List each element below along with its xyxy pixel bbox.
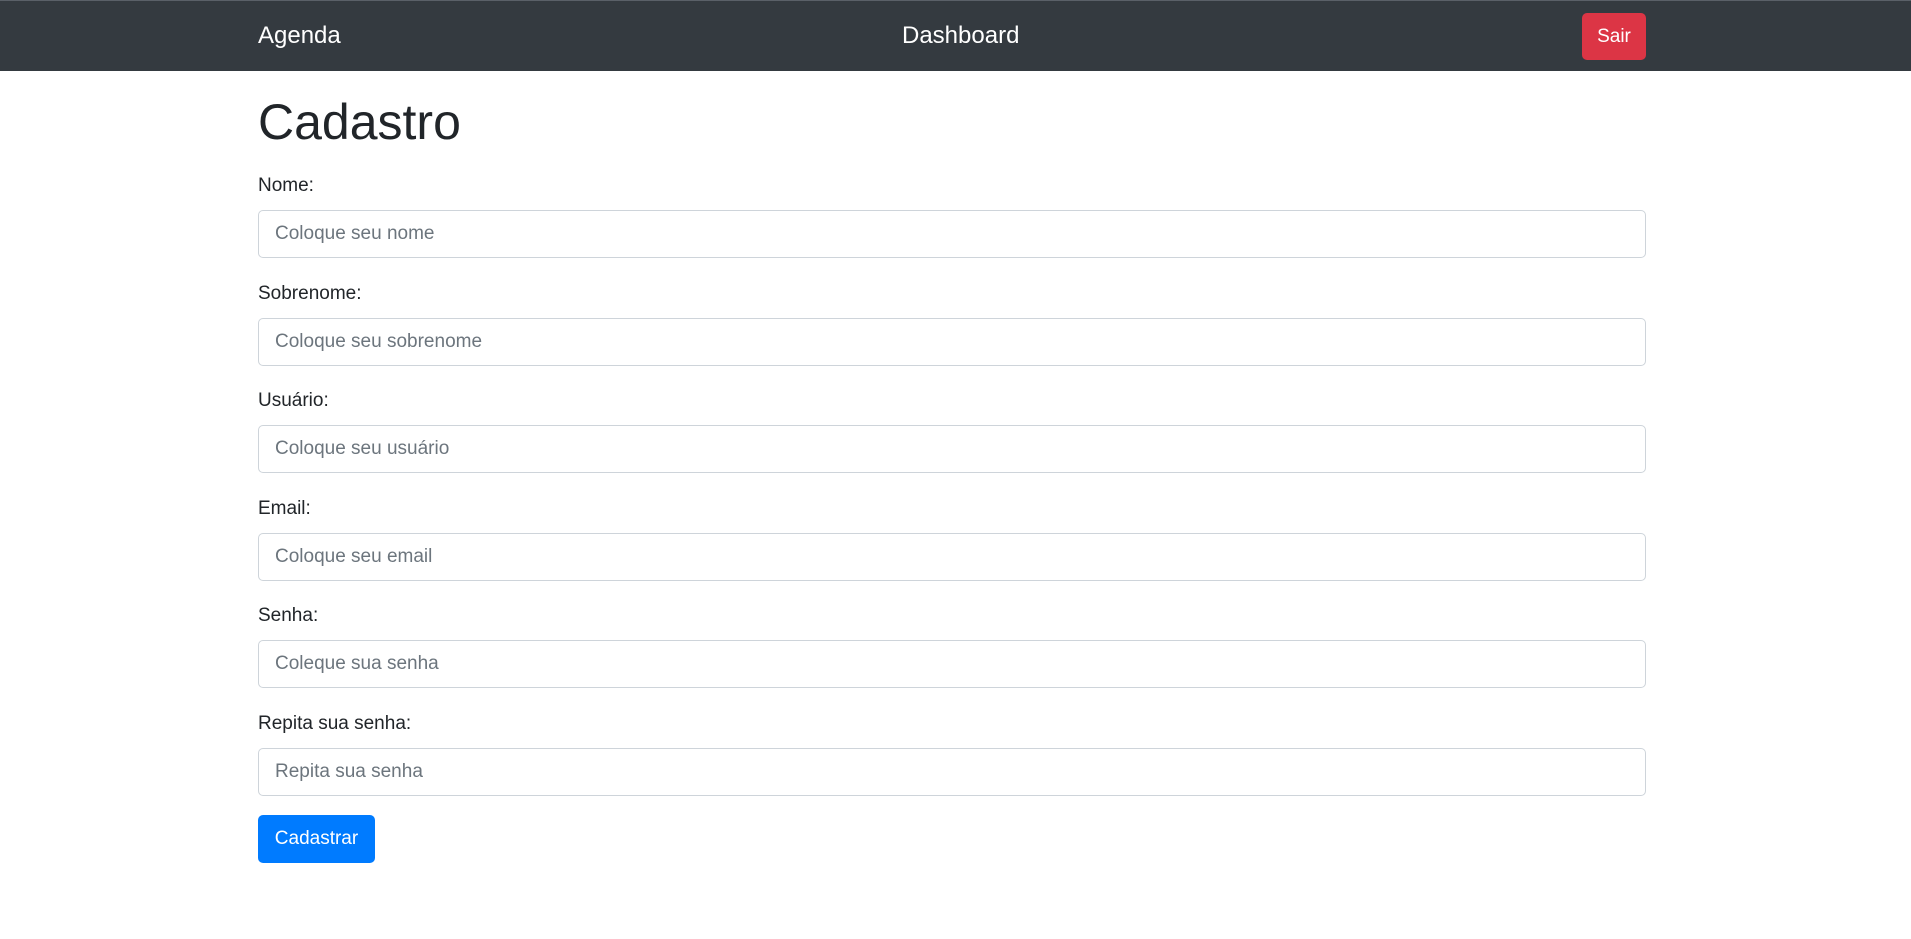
repita-senha-label: Repita sua senha: bbox=[258, 713, 412, 734]
form-group-email: Email: bbox=[258, 497, 1646, 581]
form-group-senha: Senha: bbox=[258, 604, 1646, 688]
logout-button[interactable]: Sair bbox=[1582, 13, 1646, 60]
senha-input[interactable] bbox=[258, 640, 1646, 688]
navbar-brand-link[interactable]: Agenda bbox=[258, 21, 341, 51]
dashboard-link[interactable]: Dashboard bbox=[902, 21, 1019, 51]
email-input[interactable] bbox=[258, 533, 1646, 581]
sobrenome-label: Sobrenome: bbox=[258, 283, 362, 304]
form-group-sobrenome: Sobrenome: bbox=[258, 282, 1646, 366]
email-label: Email: bbox=[258, 498, 311, 519]
sobrenome-input[interactable] bbox=[258, 318, 1646, 366]
form-group-nome: Nome: bbox=[258, 174, 1646, 258]
nome-label: Nome: bbox=[258, 175, 314, 196]
form-group-repita-senha: Repita sua senha: bbox=[258, 712, 1646, 796]
usuario-input[interactable] bbox=[258, 425, 1646, 473]
cadastrar-button[interactable]: Cadastrar bbox=[258, 815, 375, 863]
nome-input[interactable] bbox=[258, 210, 1646, 258]
repita-senha-input[interactable] bbox=[258, 748, 1646, 796]
top-navbar: Agenda Dashboard Sair bbox=[0, 0, 1911, 71]
page-title: Cadastro bbox=[258, 94, 461, 150]
senha-label: Senha: bbox=[258, 605, 319, 626]
usuario-label: Usuário: bbox=[258, 390, 329, 411]
form-group-usuario: Usuário: bbox=[258, 389, 1646, 473]
